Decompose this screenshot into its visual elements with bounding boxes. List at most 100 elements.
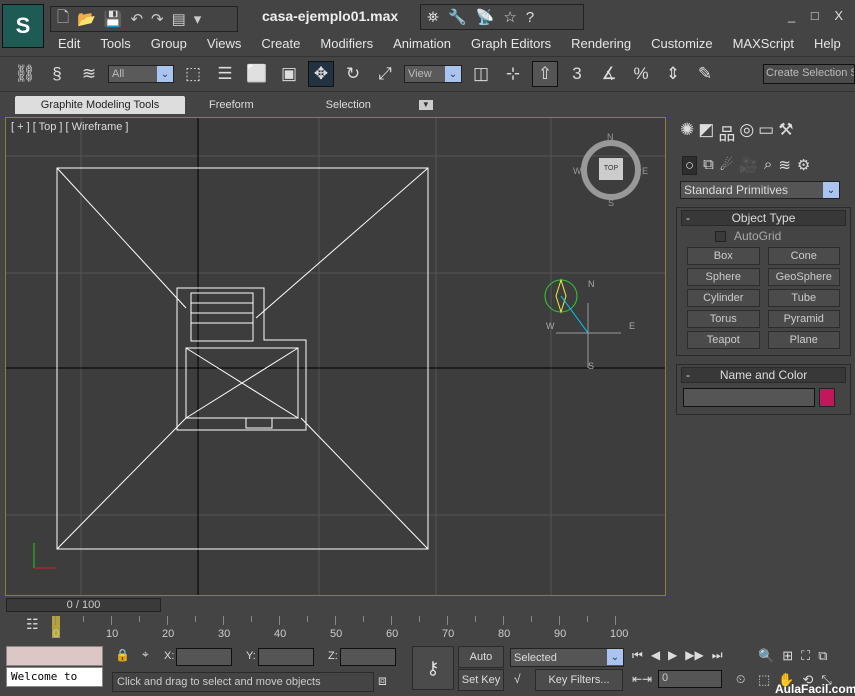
cylinder-button[interactable]: Cylinder: [687, 289, 760, 307]
track-bar[interactable]: 0 10 20 30 40 50 60 70 80 90 100: [52, 616, 628, 640]
create-tab-icon[interactable]: ✺: [680, 120, 694, 145]
viewport-top[interactable]: [ + ] [ Top ] [ Wireframe ] TOP N S W E …: [5, 117, 666, 596]
box-button[interactable]: Box: [687, 247, 760, 265]
percent-snap-icon[interactable]: %: [628, 61, 654, 87]
menu-customize[interactable]: Customize: [641, 36, 722, 51]
hierarchy-tab-icon[interactable]: 品: [718, 120, 735, 145]
geosphere-button[interactable]: GeoSphere: [767, 268, 840, 286]
menu-graph-editors[interactable]: Graph Editors: [461, 36, 561, 51]
next-frame-icon[interactable]: ▶▶: [685, 648, 703, 663]
geometry-icon[interactable]: ○: [682, 156, 698, 175]
tab-selection[interactable]: Selection: [326, 99, 371, 111]
modify-tab-icon[interactable]: ◩: [698, 120, 714, 145]
time-configuration-icon[interactable]: ⏲: [736, 672, 745, 687]
motion-tab-icon[interactable]: ◎: [739, 120, 754, 145]
key-mode-toggle-icon[interactable]: ⇤⇥: [632, 672, 652, 686]
star-icon[interactable]: ☆: [503, 8, 516, 26]
project-folder-icon[interactable]: ▤: [172, 10, 186, 28]
menu-modifiers[interactable]: Modifiers: [310, 36, 383, 51]
redo-icon[interactable]: ↷: [151, 10, 164, 28]
cone-button[interactable]: Cone: [767, 247, 840, 265]
maxscript-listener-input[interactable]: Welcome to: [6, 667, 103, 687]
menu-views[interactable]: Views: [197, 36, 251, 51]
object-color-swatch[interactable]: [819, 388, 835, 407]
autogrid-checkbox[interactable]: [715, 230, 726, 242]
set-keys-key-icon[interactable]: ⚷: [412, 646, 454, 690]
open-file-icon[interactable]: 📂: [77, 10, 96, 28]
angle-snap-icon[interactable]: ∡: [596, 61, 622, 87]
bind-spacewarp-icon[interactable]: ≋: [76, 61, 102, 87]
select-move-icon[interactable]: ✥: [308, 61, 334, 87]
helpers-icon[interactable]: ⌕: [764, 156, 772, 175]
menu-group[interactable]: Group: [141, 36, 197, 51]
ribbon-toggle-icon[interactable]: ▼: [418, 100, 433, 110]
named-selection-input[interactable]: Create Selection S: [763, 64, 855, 84]
go-to-end-icon[interactable]: ⏭: [712, 648, 723, 663]
tube-button[interactable]: Tube: [767, 289, 840, 307]
menu-tools[interactable]: Tools: [90, 36, 140, 51]
current-frame-input[interactable]: 0: [658, 670, 722, 688]
zoom-all-icon[interactable]: ⊞: [782, 648, 793, 664]
select-object-icon[interactable]: ⬚: [180, 61, 206, 87]
zoom-icon[interactable]: 🔍: [758, 648, 774, 664]
x-coordinate-input[interactable]: [176, 648, 232, 666]
object-name-input[interactable]: [683, 388, 815, 407]
edit-named-selection-icon[interactable]: ✎: [692, 61, 718, 87]
menu-edit[interactable]: Edit: [48, 36, 90, 51]
manipulate-icon[interactable]: ⊹: [500, 61, 526, 87]
zoom-extents-icon[interactable]: ⛶: [801, 648, 810, 664]
viewcube[interactable]: TOP: [581, 140, 641, 200]
spinner-snap-icon[interactable]: ⇕: [660, 61, 686, 87]
zoom-extents-all-icon[interactable]: ⧉: [818, 648, 827, 664]
window-controls[interactable]: _ □ X: [788, 8, 849, 23]
select-rotate-icon[interactable]: ↻: [340, 61, 366, 87]
absolute-transform-icon[interactable]: ⌖: [142, 647, 149, 662]
go-to-start-icon[interactable]: ⏮: [632, 648, 643, 663]
lights-icon[interactable]: ☄: [720, 156, 733, 175]
selection-filter-dropdown[interactable]: All ⌄: [108, 65, 174, 83]
viewcube-face[interactable]: TOP: [599, 158, 623, 180]
y-coordinate-input[interactable]: [258, 648, 314, 666]
dropdown-arrow-icon[interactable]: ▾: [194, 10, 202, 28]
utilities-tab-icon[interactable]: ⚒: [778, 120, 793, 145]
menu-animation[interactable]: Animation: [383, 36, 461, 51]
binoculars-icon[interactable]: ⛯: [427, 9, 439, 26]
lock-selection-icon[interactable]: 🔒: [115, 648, 130, 662]
torus-button[interactable]: Torus: [687, 310, 760, 328]
select-by-name-icon[interactable]: ☰: [212, 61, 238, 87]
set-key-button[interactable]: Set Key: [458, 669, 504, 691]
shapes-icon[interactable]: ⧉: [703, 156, 714, 175]
previous-frame-icon[interactable]: ◀: [651, 648, 660, 663]
display-tab-icon[interactable]: ▭: [758, 120, 774, 145]
save-icon[interactable]: 💾: [104, 10, 123, 28]
zoom-region-icon[interactable]: ⬚: [758, 672, 770, 688]
unlink-icon[interactable]: §: [44, 61, 70, 87]
spacewarps-icon[interactable]: ≋: [778, 156, 791, 175]
tab-graphite-modeling-tools[interactable]: Graphite Modeling Tools: [15, 96, 185, 114]
menu-rendering[interactable]: Rendering: [561, 36, 641, 51]
plane-button[interactable]: Plane: [767, 331, 840, 349]
menu-help[interactable]: Help: [804, 36, 851, 51]
maxscript-listener-output[interactable]: [6, 646, 103, 666]
key-filters-button[interactable]: Key Filters...: [535, 669, 623, 691]
isolate-selection-icon[interactable]: ⧈: [378, 672, 387, 689]
rollout-header[interactable]: - Name and Color: [681, 367, 846, 383]
undo-icon[interactable]: ↶: [130, 10, 143, 28]
play-icon[interactable]: ▶: [668, 648, 677, 663]
window-crossing-icon[interactable]: ▣: [276, 61, 302, 87]
app-menu-button[interactable]: S: [2, 4, 44, 48]
pyramid-button[interactable]: Pyramid: [767, 310, 840, 328]
primitive-type-dropdown[interactable]: Standard Primitives ⌄: [680, 181, 840, 199]
auto-key-button[interactable]: Auto Key: [458, 646, 504, 683]
mini-curve-editor-icon[interactable]: ☷: [26, 616, 39, 633]
rectangular-selection-icon[interactable]: ⬜: [244, 61, 270, 87]
new-file-icon[interactable]: 🗋: [57, 7, 69, 32]
help-icon[interactable]: ?: [526, 9, 534, 26]
wrench-icon[interactable]: 🔧: [448, 8, 467, 26]
rollout-header[interactable]: - Object Type: [681, 210, 846, 226]
pivot-center-icon[interactable]: ◫: [468, 61, 494, 87]
satellite-icon[interactable]: 📡: [476, 8, 495, 26]
reference-coordinate-dropdown[interactable]: View ⌄: [404, 65, 462, 83]
menu-create[interactable]: Create: [251, 36, 310, 51]
viewport-label[interactable]: [ + ] [ Top ] [ Wireframe ]: [11, 121, 128, 133]
